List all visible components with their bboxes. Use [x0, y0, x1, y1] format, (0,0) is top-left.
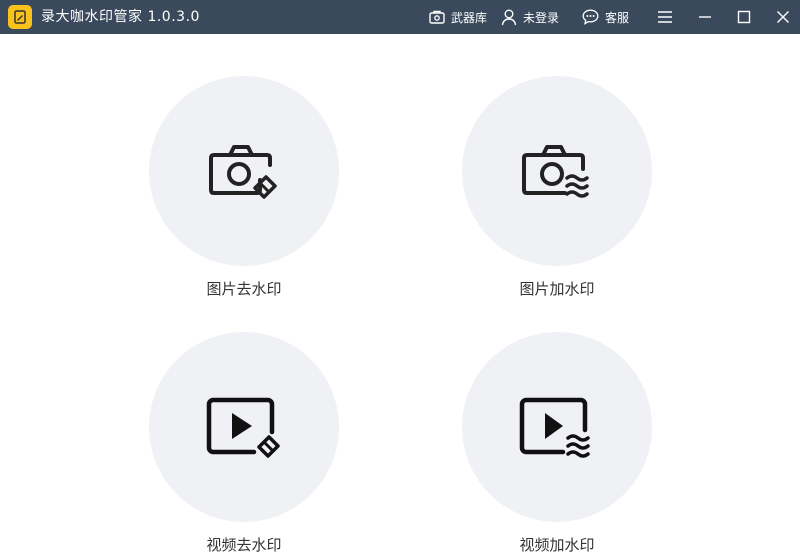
title-bar: 录大咖水印管家 1.0.3.0 武器库 未登录 客服 — [0, 0, 800, 34]
video-eraser-icon — [206, 397, 280, 458]
login-label: 未登录 — [523, 10, 560, 25]
card-label: 图片去水印 — [206, 280, 282, 298]
close-icon — [777, 11, 789, 23]
arsenal-button[interactable]: 武器库 — [429, 7, 487, 27]
app-logo-icon — [8, 5, 32, 29]
video-add-watermark-card[interactable]: 视频加水印 — [462, 332, 652, 555]
maximize-icon — [737, 10, 751, 24]
maximize-button[interactable] — [731, 5, 757, 29]
service-label: 客服 — [605, 10, 630, 25]
card-label: 图片加水印 — [519, 280, 595, 298]
card-label: 视频加水印 — [519, 536, 595, 554]
video-watermark-icon — [519, 397, 590, 458]
chat-bubble-icon — [582, 9, 599, 25]
toolbox-icon — [429, 10, 445, 24]
image-remove-watermark-card[interactable]: 图片去水印 — [149, 76, 339, 299]
hamburger-menu-icon — [658, 11, 672, 23]
user-icon — [501, 9, 517, 25]
card-circle — [149, 76, 339, 266]
card-circle — [462, 76, 652, 266]
card-circle — [149, 332, 339, 522]
image-add-watermark-card[interactable]: 图片加水印 — [462, 76, 652, 299]
camera-eraser-icon — [209, 145, 277, 199]
menu-button[interactable] — [652, 5, 678, 29]
close-button[interactable] — [770, 5, 796, 29]
video-remove-watermark-card[interactable]: 视频去水印 — [149, 332, 339, 555]
arsenal-label: 武器库 — [451, 10, 488, 25]
card-circle — [462, 332, 652, 522]
customer-service-button[interactable]: 客服 — [582, 7, 629, 27]
minimize-button[interactable] — [692, 5, 718, 29]
camera-watermark-icon — [522, 145, 589, 198]
app-title: 录大咖水印管家 1.0.3.0 — [41, 9, 200, 25]
login-button[interactable]: 未登录 — [501, 7, 559, 27]
card-label: 视频去水印 — [206, 536, 282, 554]
minimize-icon — [699, 16, 711, 18]
